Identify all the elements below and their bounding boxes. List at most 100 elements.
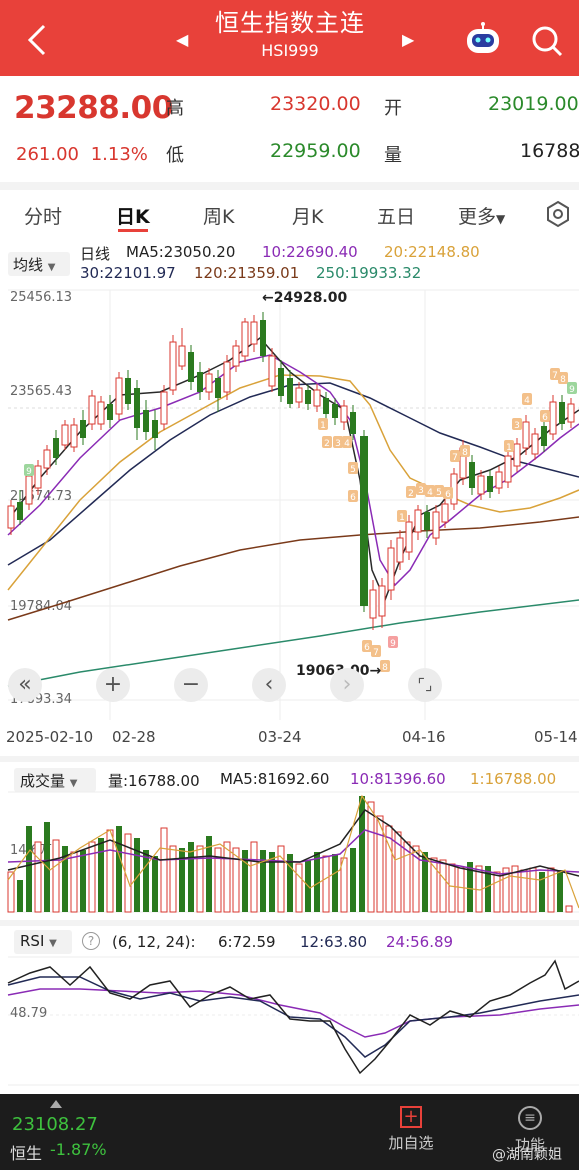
svg-text:9: 9 [390, 639, 396, 649]
volume-bar [350, 848, 356, 912]
expand-up-icon[interactable] [50, 1100, 62, 1108]
svg-text:1: 1 [506, 443, 512, 453]
search-icon[interactable] [530, 24, 564, 58]
candle-20 [178, 328, 186, 370]
caret-down-icon: ▼ [49, 938, 57, 949]
page-subtitle-code: HSI999 [261, 41, 319, 60]
volume-bar [169, 845, 177, 913]
volume-bar [223, 841, 231, 913]
tab-more[interactable]: 更多▼ [458, 202, 505, 229]
td-badge: 6 [362, 640, 372, 653]
td-badge: 9 [567, 382, 577, 395]
candle-5 [43, 445, 51, 475]
scroll-right-button[interactable]: › [330, 668, 364, 702]
svg-text:8: 8 [462, 448, 468, 458]
candle-7 [61, 420, 69, 450]
zoom-in-button[interactable]: + [96, 668, 130, 702]
candle-8 [70, 418, 78, 452]
add-watchlist-button[interactable]: + 加自选 [386, 1106, 436, 1153]
divider [0, 920, 579, 926]
volume-bar [143, 850, 149, 912]
ma10-line [7, 354, 579, 587]
open-value: 23019.00 [488, 93, 579, 115]
svg-text:8: 8 [560, 375, 566, 385]
tab-monthly-k[interactable]: 月K [292, 202, 323, 229]
back-arrow-icon[interactable] [24, 22, 52, 58]
y-tick-2: 23565.43 [10, 384, 72, 399]
scroll-left-button[interactable]: ‹ [252, 668, 286, 702]
candle-48 [432, 505, 440, 545]
volume-indicator-selector[interactable]: 成交量 ▼ [14, 768, 96, 792]
title-block: 恒生指数主连 HSI999 [150, 6, 430, 62]
volume-bar [557, 870, 563, 912]
help-icon[interactable]: ? [82, 932, 100, 950]
date-tick-1: 2025-02-10 [6, 728, 94, 746]
td-badge: 1 [504, 440, 514, 453]
svg-text:5: 5 [350, 465, 356, 475]
svg-text:3: 3 [335, 439, 341, 449]
candle-33 [295, 382, 303, 408]
volume-bar [116, 826, 122, 912]
rsi6-legend: 6:72.59 [218, 933, 276, 951]
candle-63 [567, 398, 575, 428]
tab-weekly-k[interactable]: 周K [203, 202, 234, 229]
td-badge: 1 [318, 418, 328, 431]
settings-gear-icon[interactable] [544, 200, 572, 228]
candle-17 [152, 410, 158, 450]
candle-34 [305, 385, 311, 410]
td-badge: 2 [322, 436, 332, 449]
td-badge: 5 [434, 485, 444, 498]
y-tick-1: 25456.13 [10, 290, 72, 305]
divider [0, 756, 579, 762]
date-axis: 2025-02-10 02-28 03-24 04-16 05-14 [0, 720, 579, 756]
volume-bar [70, 851, 78, 913]
candle-54 [487, 470, 493, 498]
watermark-text: @湖南颖姐 [492, 1147, 562, 1163]
volume-ma1-legend: 1:16788.00 [470, 770, 557, 788]
candle-15 [134, 380, 140, 440]
ma120-line [7, 516, 579, 621]
svg-text:4: 4 [427, 488, 433, 498]
svg-text:8: 8 [382, 663, 388, 673]
caret-down-icon: ▼ [496, 212, 506, 226]
fullscreen-icon[interactable]: ⌜⌟ [408, 668, 442, 702]
low-value: 22959.00 [270, 140, 361, 162]
volume-bar [188, 842, 194, 912]
date-tick-5: 05-14 [534, 728, 578, 746]
tab-intraday[interactable]: 分时 [24, 202, 62, 229]
td-badge: 8 [380, 660, 390, 673]
candle-23 [205, 368, 213, 400]
change-value: 261.00 [16, 144, 79, 165]
candle-41 [369, 580, 377, 630]
svg-text:7: 7 [552, 371, 558, 381]
candle-38 [340, 400, 348, 430]
candle-60 [541, 420, 547, 452]
open-label: 开 [384, 98, 402, 119]
td-badge: 5 [348, 462, 358, 475]
td-badge: 6 [348, 490, 358, 503]
caret-down-icon: ▼ [69, 778, 78, 789]
tab-five-day[interactable]: 五日 [377, 202, 415, 229]
low-label: 低 [166, 145, 184, 166]
robot-assistant-icon[interactable] [464, 22, 502, 56]
rsi-indicator-selector[interactable]: RSI ▼ [14, 930, 72, 954]
svg-text:6: 6 [350, 493, 356, 503]
td-badge: 9 [24, 464, 34, 477]
rsi12-legend: 12:63.80 [300, 933, 368, 951]
tab-more-label: 更多 [458, 206, 497, 228]
next-triangle-icon[interactable]: ▶ [402, 30, 414, 49]
zoom-out-button[interactable]: − [174, 668, 208, 702]
volume-bar [52, 839, 60, 913]
candle-45 [405, 515, 413, 560]
date-tick-2: 02-28 [112, 728, 156, 746]
td-badge: 8 [460, 445, 470, 458]
td-badge: 3 [333, 436, 343, 449]
collapse-arrows-icon[interactable]: « [8, 668, 42, 702]
tab-daily-k[interactable]: 日K [116, 202, 150, 229]
add-watchlist-label: 加自选 [388, 1134, 434, 1152]
svg-text:4: 4 [524, 396, 530, 406]
td-badge: 9 [388, 636, 398, 649]
high-label: 高 [166, 98, 184, 119]
volume-bar [80, 850, 86, 912]
candlestick-chart[interactable]: 25456.13 23565.43 21674.73 19784.04 1789… [0, 240, 579, 720]
